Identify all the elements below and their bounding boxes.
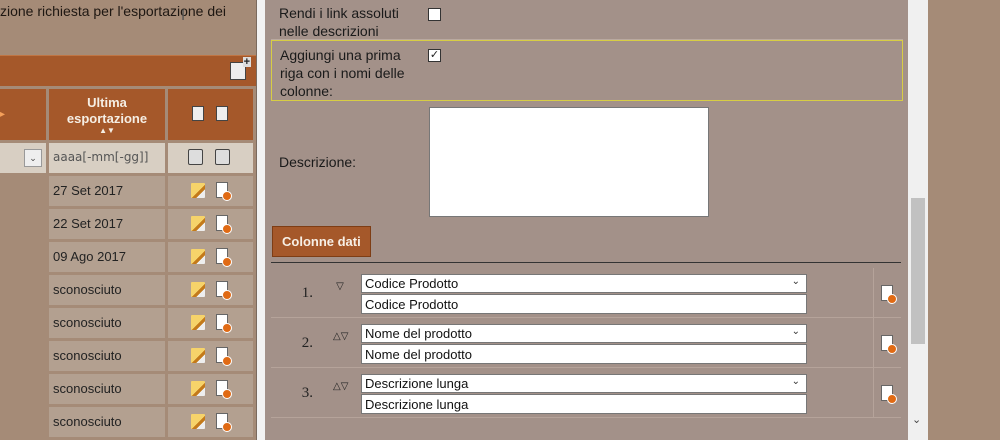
add-export-icon[interactable] <box>230 57 251 80</box>
filter-dropdown-chevron-icon[interactable]: ⌄ <box>24 149 42 167</box>
move-down-icon[interactable]: ▽ <box>333 282 347 292</box>
last-export-date: sconosciuto <box>49 374 165 404</box>
text-cursor: I <box>181 8 186 24</box>
edit-icon[interactable] <box>191 183 205 198</box>
scrollbar-thumb[interactable] <box>911 198 925 344</box>
tab-data-columns[interactable]: Colonne dati <box>272 226 371 257</box>
edit-icon[interactable] <box>191 315 205 330</box>
copy-icon[interactable] <box>216 106 228 121</box>
description-row: Descrizione: <box>271 104 903 218</box>
column-field-select[interactable]: Nome del prodotto ⌄ <box>361 324 807 343</box>
column-title-input[interactable] <box>361 294 807 314</box>
intro-text: zione richiesta per l'esportazione dei <box>0 3 227 19</box>
filter-previous: ⌄ <box>0 143 46 173</box>
delete-column-icon[interactable] <box>881 385 897 404</box>
header-row-checkbox[interactable]: ✓ <box>428 49 441 62</box>
header-row-label: Aggiungi una prima riga con i nomi delle… <box>280 47 405 99</box>
column-row: 1. ▽ Codice Prodotto ⌄ <box>271 268 901 318</box>
chevron-down-icon: ⌄ <box>791 276 800 287</box>
header-actions <box>168 89 253 140</box>
move-up-down-icon[interactable]: △▽ <box>333 382 348 392</box>
table-row: sconosciuto <box>0 308 256 338</box>
export-settings-dialog: Rendi i link assoluti nelle descrizioni … <box>256 0 928 440</box>
search-filter-icon[interactable] <box>188 149 203 165</box>
table-row: sconosciuto <box>0 374 256 404</box>
refresh-icon[interactable] <box>192 106 204 121</box>
edit-icon[interactable] <box>191 216 205 231</box>
column-row: 2. △▽ Nome del prodotto ⌄ <box>271 318 901 368</box>
date-filter-input[interactable]: aaaa[-mm[-gg]] <box>49 143 165 173</box>
column-field-select-value: Descrizione lunga <box>365 376 469 391</box>
delete-icon[interactable] <box>216 248 232 267</box>
description-textarea[interactable] <box>429 107 709 217</box>
sort-icon[interactable]: ▲▼ <box>49 127 165 135</box>
edit-icon[interactable] <box>191 381 205 396</box>
table-row: 22 Set 2017 <box>0 209 256 239</box>
header-last-export[interactable]: Ultima esportazione ▲▼ <box>49 89 165 140</box>
header-previous-column[interactable]: ▸ <box>0 89 46 140</box>
table-row: 09 Ago 2017 <box>0 242 256 272</box>
last-export-date: sconosciuto <box>49 275 165 305</box>
sort-arrow-icon: ▸ <box>0 109 6 120</box>
delete-icon[interactable] <box>216 413 232 432</box>
edit-icon[interactable] <box>191 282 205 297</box>
column-number: 3. <box>301 385 313 401</box>
last-export-date: 22 Set 2017 <box>49 209 165 239</box>
filter-actions <box>168 143 253 173</box>
column-field-select-value: Nome del prodotto <box>365 326 472 341</box>
absolute-links-label: Rendi i link assoluti nelle descrizioni <box>279 5 399 39</box>
column-title-input[interactable] <box>361 394 807 414</box>
move-up-down-icon[interactable]: △▽ <box>333 332 348 342</box>
edit-icon[interactable] <box>191 249 205 264</box>
edit-icon[interactable] <box>191 348 205 363</box>
description-label: Descrizione: <box>279 154 357 170</box>
last-export-date: sconosciuto <box>49 407 165 437</box>
delete-icon[interactable] <box>216 314 232 333</box>
column-field-select[interactable]: Codice Prodotto ⌄ <box>361 274 807 293</box>
last-export-date: sconosciuto <box>49 341 165 371</box>
column-field-select-value: Codice Prodotto <box>365 276 459 291</box>
column-number: 1. <box>301 285 313 301</box>
delete-icon[interactable] <box>216 380 232 399</box>
chevron-down-icon: ⌄ <box>791 376 800 387</box>
column-title-input[interactable] <box>361 344 807 364</box>
table-toolbar <box>0 55 256 86</box>
delete-icon[interactable] <box>216 215 232 234</box>
absolute-links-checkbox[interactable] <box>428 8 441 21</box>
table-row: sconosciuto <box>0 407 256 437</box>
header-last-export-label: Ultima esportazione <box>66 95 148 126</box>
column-row: 3. △▽ Descrizione lunga ⌄ <box>271 368 901 418</box>
table-row: sconosciuto <box>0 275 256 305</box>
table-row: sconosciuto <box>0 341 256 371</box>
delete-column-icon[interactable] <box>881 335 897 354</box>
last-export-date: 27 Set 2017 <box>49 176 165 206</box>
delete-icon[interactable] <box>216 182 232 201</box>
delete-icon[interactable] <box>216 347 232 366</box>
option-header-row: Aggiungi una prima riga con i nomi delle… <box>271 40 903 101</box>
column-number: 2. <box>301 335 313 351</box>
clear-filter-icon[interactable] <box>215 149 230 165</box>
tab-divider <box>271 262 901 263</box>
scroll-down-icon[interactable]: ⌄ <box>912 413 921 426</box>
option-absolute-links: Rendi i link assoluti nelle descrizioni <box>271 0 903 40</box>
delete-icon[interactable] <box>216 281 232 300</box>
dialog-body: Rendi i link assoluti nelle descrizioni … <box>265 0 911 440</box>
chevron-down-icon: ⌄ <box>791 326 800 337</box>
table-row: 27 Set 2017 <box>0 176 256 206</box>
edit-icon[interactable] <box>191 414 205 429</box>
column-field-select[interactable]: Descrizione lunga ⌄ <box>361 374 807 393</box>
delete-column-icon[interactable] <box>881 285 897 304</box>
dialog-scrollbar[interactable]: ⌄ <box>908 0 928 440</box>
background-page: zione richiesta per l'esportazione dei I… <box>0 0 268 440</box>
last-export-date: 09 Ago 2017 <box>49 242 165 272</box>
last-export-date: sconosciuto <box>49 308 165 338</box>
